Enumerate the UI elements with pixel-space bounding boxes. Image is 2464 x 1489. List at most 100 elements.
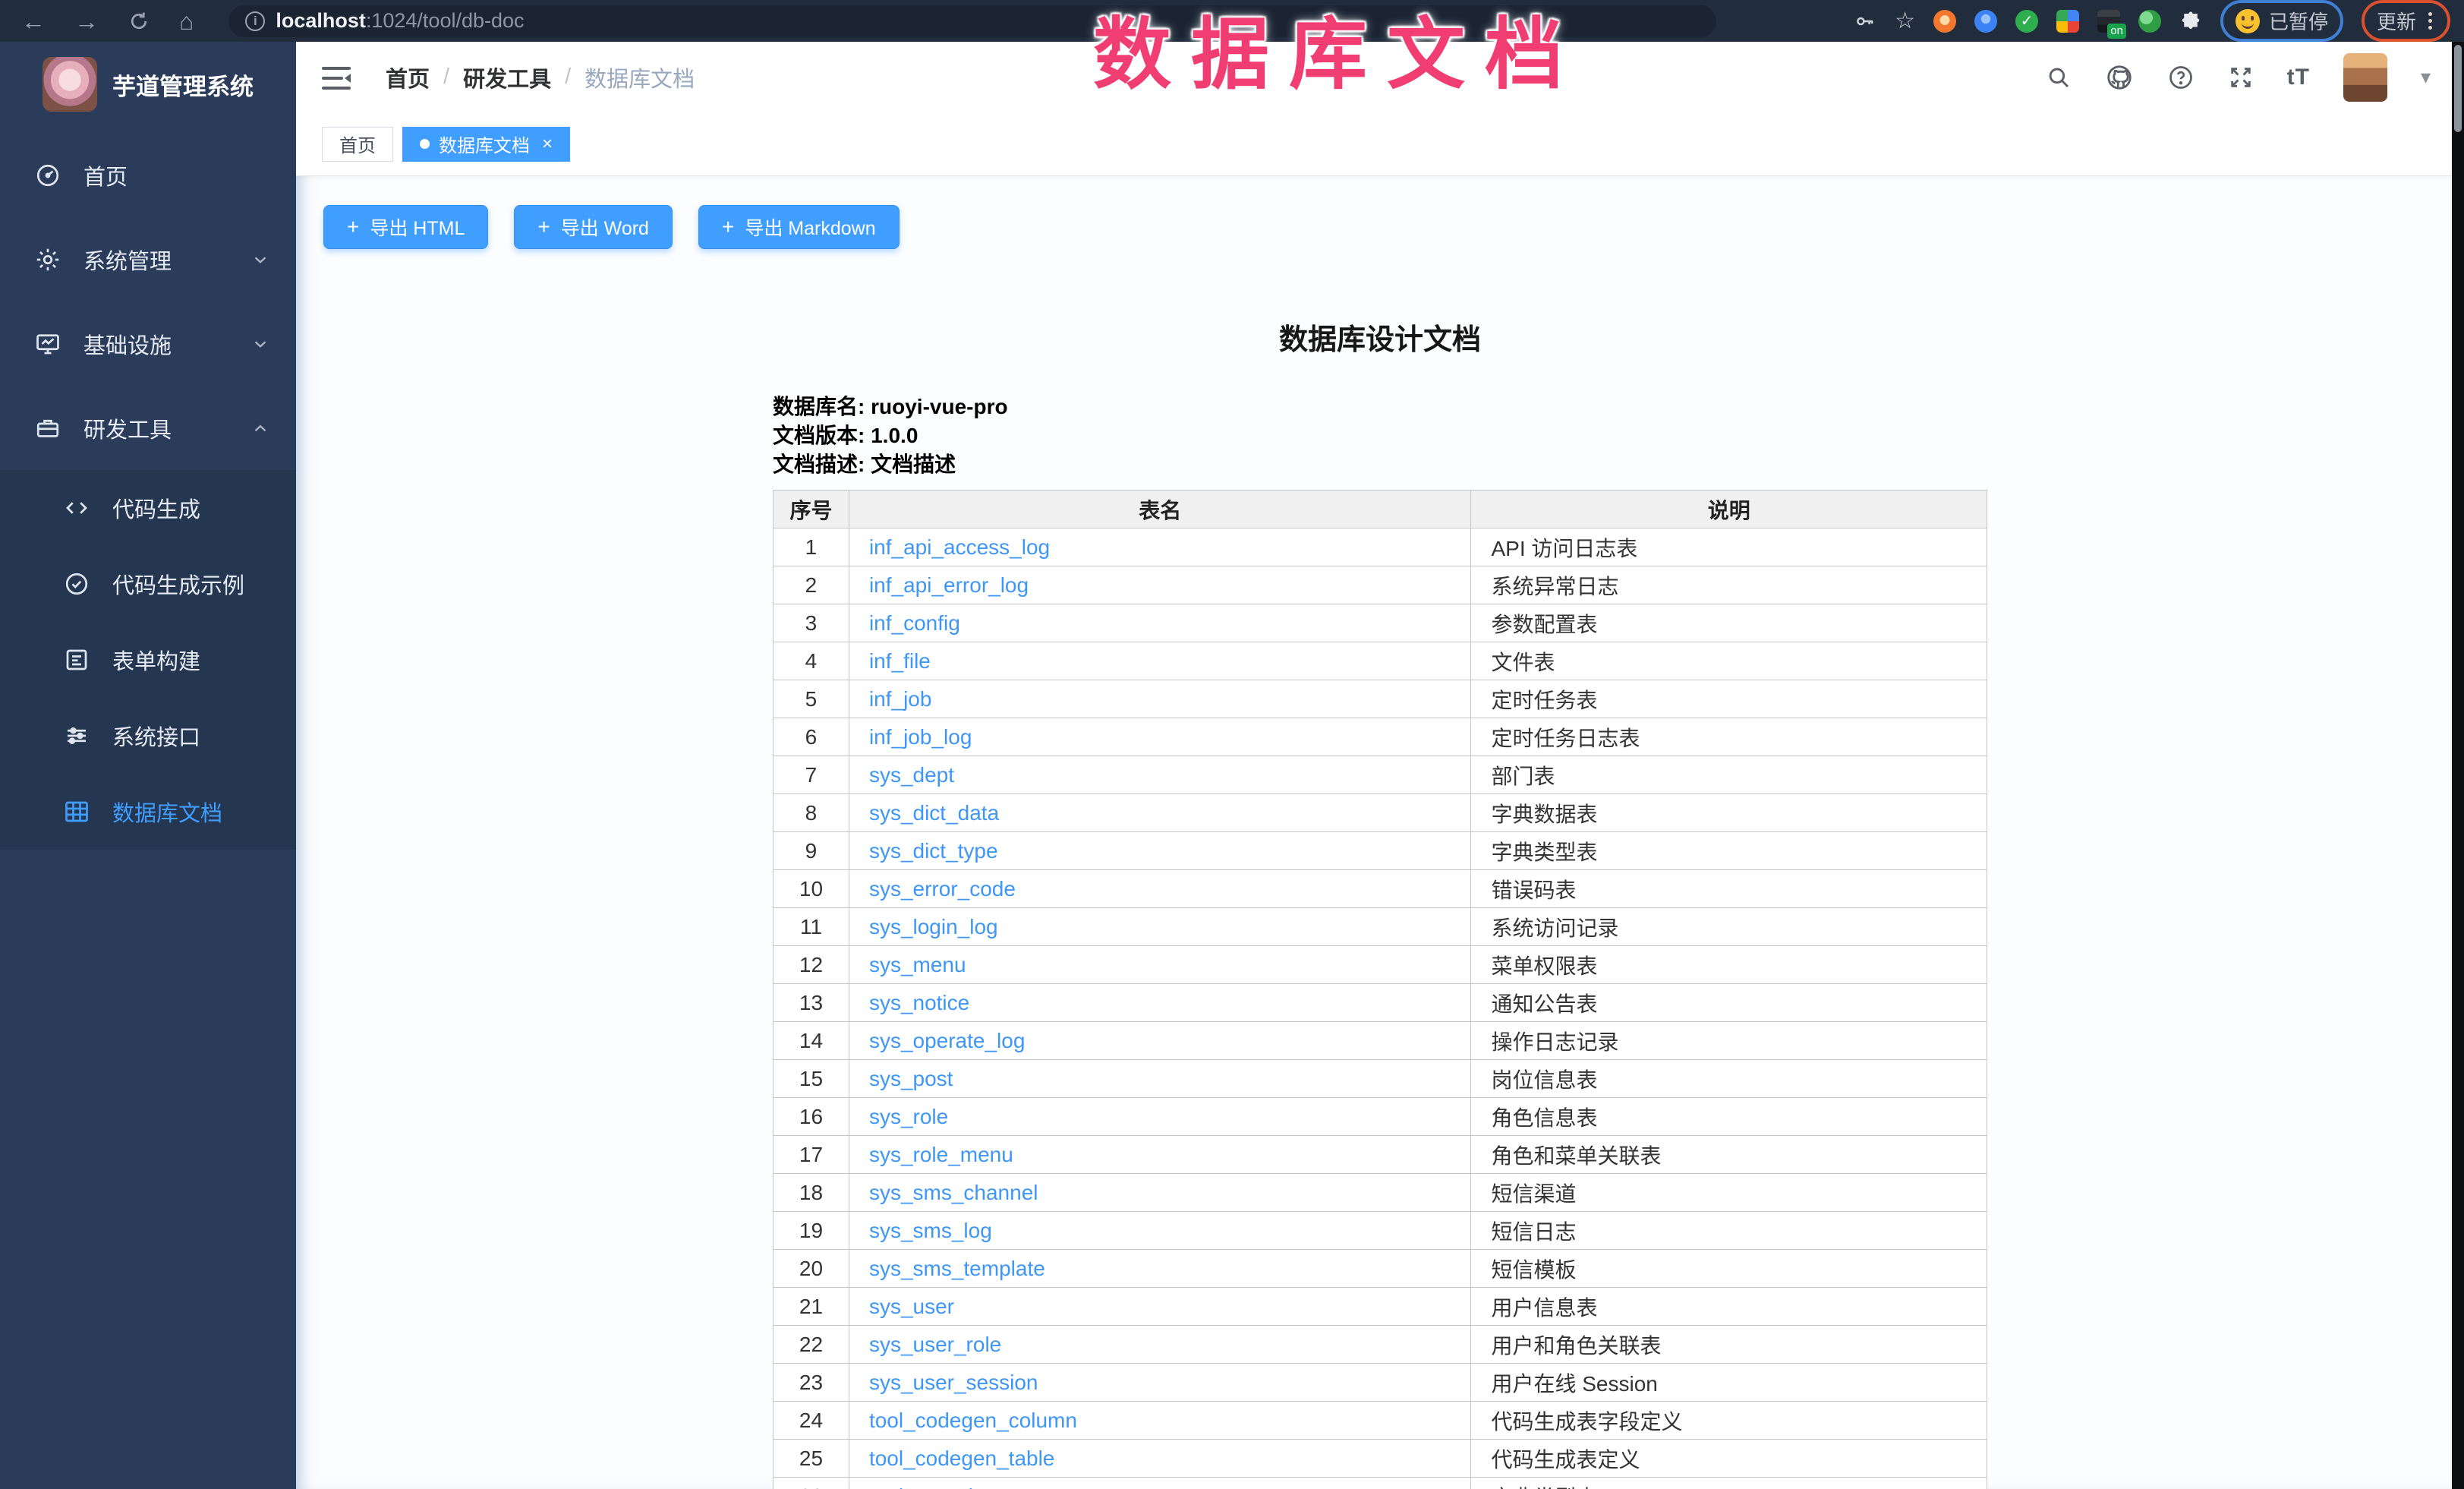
table-description-cell: 用户在线 Session [1471,1364,1987,1402]
browser-home-icon[interactable]: ⌂ [179,9,194,33]
table-name-link[interactable]: inf_config [869,611,960,635]
table-description-cell: 代码生成表定义 [1471,1440,1987,1478]
tables-overview-table: 序号表名说明 1inf_api_access_logAPI 访问日志表2inf_… [773,490,1987,1489]
table-name-link[interactable]: sys_role_menu [869,1143,1013,1166]
row-index-cell: 16 [774,1098,849,1136]
breadcrumb-separator: / [565,65,571,90]
export-word-button[interactable]: +导出 Word [514,205,673,249]
tab-close-icon[interactable]: × [542,135,553,153]
browser-back-icon[interactable]: ← [21,9,46,33]
browser-reload-icon[interactable] [128,10,150,33]
table-name-link[interactable]: sys_login_log [869,915,998,939]
fullscreen-icon[interactable] [2228,65,2254,90]
table-name-cell: sys_sms_template [849,1250,1471,1288]
sidebar-logo-row[interactable]: 芋道管理系统 [0,42,296,127]
collapse-sidebar-icon[interactable] [322,67,351,90]
doc-info-line: 文档描述: 文档描述 [773,450,1987,479]
scrollbar-thumb[interactable] [2454,45,2462,132]
github-icon[interactable] [2105,63,2134,92]
table-name-cell: inf_api_access_log [849,528,1471,566]
sidebar-item-home[interactable]: 首页 [0,133,296,217]
sidebar-subitem-system-api[interactable]: 系统接口 [0,698,296,774]
table-row: 9sys_dict_type字典类型表 [774,832,1987,870]
browser-forward-icon[interactable]: → [74,9,99,33]
export-html-button[interactable]: +导出 HTML [323,205,488,249]
sidebar-subitem-form-builder[interactable]: 表单构建 [0,622,296,698]
table-name-link[interactable]: sys_sms_template [869,1257,1045,1280]
table-name-link[interactable]: sys_notice [869,991,969,1014]
extension-leaf-icon[interactable] [2138,10,2161,33]
table-name-link[interactable]: sys_dept [869,763,954,787]
avatar[interactable] [2343,53,2387,102]
sidebar-item-system-management[interactable]: 系统管理 [0,217,296,301]
row-index-cell: 2 [774,566,849,604]
key-icon[interactable] [1854,10,1876,33]
table-name-link[interactable]: sys_dict_data [869,801,999,825]
doc-info: 数据库名: ruoyi-vue-pro文档版本: 1.0.0文档描述: 文档描述 [773,393,1987,479]
breadcrumb-item[interactable]: 首页 [386,62,430,93]
table-description-cell: 菜单权限表 [1471,946,1987,984]
sidebar-subitem-db-doc[interactable]: 数据库文档 [0,774,296,850]
site-info-icon[interactable]: i [245,11,265,31]
table-description-cell: 参数配置表 [1471,604,1987,642]
table-name-link[interactable]: inf_file [869,649,931,673]
table-name-link[interactable]: sys_operate_log [869,1029,1025,1052]
sidebar-item-dev-tools[interactable]: 研发工具 [0,386,296,470]
url-bar[interactable]: i localhost:1024/tool/db-doc [228,5,1716,37]
table-name-link[interactable]: sys_dict_type [869,839,998,863]
sidebar-subitem-code-generation[interactable]: 代码生成 [0,470,296,546]
breadcrumb-separator: / [443,65,449,90]
avatar-caret-icon[interactable]: ▾ [2421,65,2431,89]
table-name-link[interactable]: tool_test_demo [869,1484,1014,1489]
table-name-link[interactable]: inf_api_access_log [869,535,1050,559]
paused-extension-badge[interactable]: 已暂停 [2220,0,2343,42]
table-name-cell: sys_post [849,1060,1471,1098]
table-name-link[interactable]: inf_api_error_log [869,573,1029,597]
browser-menu-dots-icon[interactable] [2425,12,2435,30]
table-name-link[interactable]: tool_codegen_column [869,1409,1077,1432]
table-column-header: 表名 [849,491,1471,528]
window-scrollbar[interactable] [2452,42,2464,1489]
extension-grid-icon[interactable] [2056,10,2079,33]
extension-orange-icon[interactable] [1933,10,1956,33]
table-description-cell: 系统异常日志 [1471,566,1987,604]
extensions-puzzle-icon[interactable] [2179,10,2202,33]
update-badge[interactable]: 更新 [2362,0,2450,42]
table-description-cell: 岗位信息表 [1471,1060,1987,1098]
bookmark-star-icon[interactable]: ☆ [1895,8,1915,34]
table-name-link[interactable]: sys_sms_channel [869,1181,1038,1204]
active-tab-dot-icon [420,139,430,149]
table-description-cell: 短信日志 [1471,1212,1987,1250]
help-icon[interactable] [2167,64,2195,91]
table-name-link[interactable]: inf_job [869,687,932,711]
tab-数据库文档[interactable]: 数据库文档× [402,127,570,162]
table-name-link[interactable]: sys_user_role [869,1333,1001,1356]
export-markdown-button[interactable]: +导出 Markdown [698,205,900,249]
table-row: 7sys_dept部门表 [774,756,1987,794]
sidebar-item-infrastructure[interactable]: 基础设施 [0,301,296,386]
sidebar-subitem-label: 代码生成 [112,492,200,524]
table-name-link[interactable]: sys_sms_log [869,1219,992,1242]
font-size-icon[interactable]: tT [2287,65,2310,90]
table-name-link[interactable]: sys_role [869,1105,948,1128]
table-description-cell: 操作日志记录 [1471,1022,1987,1060]
extension-blue-icon[interactable] [1974,10,1997,33]
table-name-link[interactable]: sys_user [869,1295,954,1318]
extension-check-icon[interactable] [2015,10,2038,33]
table-name-link[interactable]: sys_post [869,1067,953,1090]
table-column-header: 说明 [1471,491,1987,528]
table-name-link[interactable]: sys_menu [869,953,966,976]
sliders-icon [62,721,91,750]
table-name-link[interactable]: sys_error_code [869,877,1016,901]
tab-首页[interactable]: 首页 [322,127,393,162]
table-name-link[interactable]: tool_codegen_table [869,1446,1054,1470]
table-name-link[interactable]: sys_user_session [869,1371,1038,1394]
row-index-cell: 6 [774,718,849,756]
sidebar-subitem-code-generation-example[interactable]: 代码生成示例 [0,546,296,622]
search-icon[interactable] [2046,65,2072,90]
table-description-cell: 通知公告表 [1471,984,1987,1022]
extension-switch-icon[interactable]: on [2097,10,2120,33]
table-name-link[interactable]: inf_job_log [869,725,972,749]
breadcrumb-item[interactable]: 研发工具 [463,62,551,93]
table-row: 14sys_operate_log操作日志记录 [774,1022,1987,1060]
